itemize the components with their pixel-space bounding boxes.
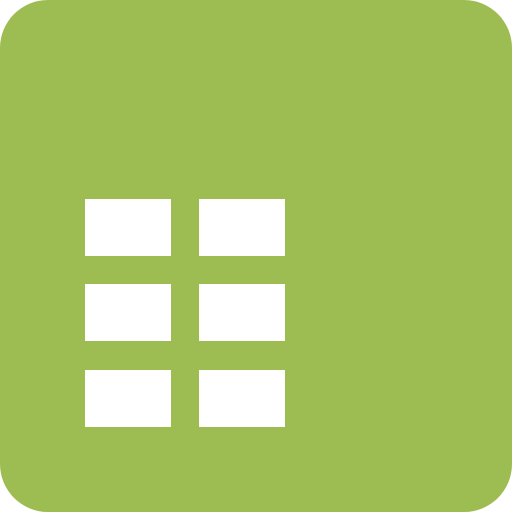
grid-cell: [85, 370, 171, 427]
grid-cell: [199, 284, 285, 341]
grid-cell: [85, 199, 171, 256]
grid-cell: [199, 370, 285, 427]
grid-cell: [199, 199, 285, 256]
app-icon: [0, 0, 512, 512]
grid-cell: [85, 284, 171, 341]
